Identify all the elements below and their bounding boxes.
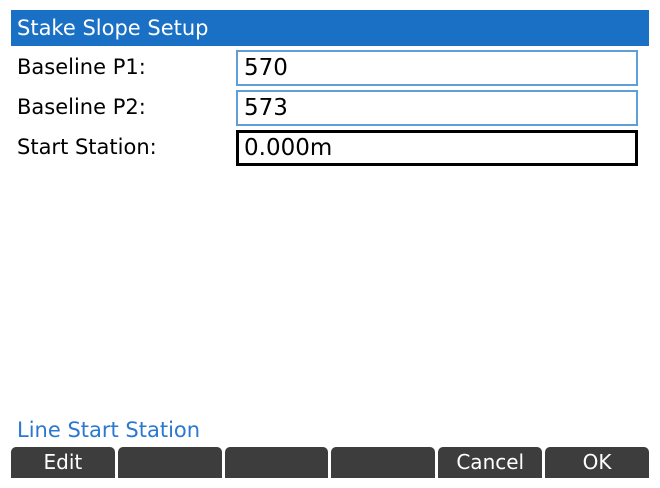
stake-slope-setup-screen: Stake Slope Setup Baseline P1: 570 Basel… xyxy=(11,10,649,478)
baseline-p1-field[interactable]: 570 xyxy=(236,50,638,86)
baseline-p2-label: Baseline P2: xyxy=(17,95,146,119)
start-station-label: Start Station: xyxy=(17,135,157,159)
cancel-softkey[interactable]: Cancel xyxy=(438,447,543,478)
baseline-p1-row: Baseline P1: 570 xyxy=(11,47,649,87)
softkey-bar: Edit Cancel OK xyxy=(11,447,649,478)
softkey-4[interactable] xyxy=(331,447,436,478)
baseline-p2-row: Baseline P2: 573 xyxy=(11,87,649,127)
edit-softkey[interactable]: Edit xyxy=(11,447,115,478)
baseline-p2-field[interactable]: 573 xyxy=(236,90,638,126)
softkey-3[interactable] xyxy=(224,447,329,478)
start-station-field[interactable]: 0.000m xyxy=(236,130,638,166)
help-text: Line Start Station xyxy=(17,418,201,442)
screen-title: Stake Slope Setup xyxy=(11,10,649,46)
ok-softkey[interactable]: OK xyxy=(545,447,649,478)
start-station-row: Start Station: 0.000m xyxy=(11,127,649,167)
softkey-2[interactable] xyxy=(117,447,222,478)
baseline-p1-label: Baseline P1: xyxy=(17,55,146,79)
